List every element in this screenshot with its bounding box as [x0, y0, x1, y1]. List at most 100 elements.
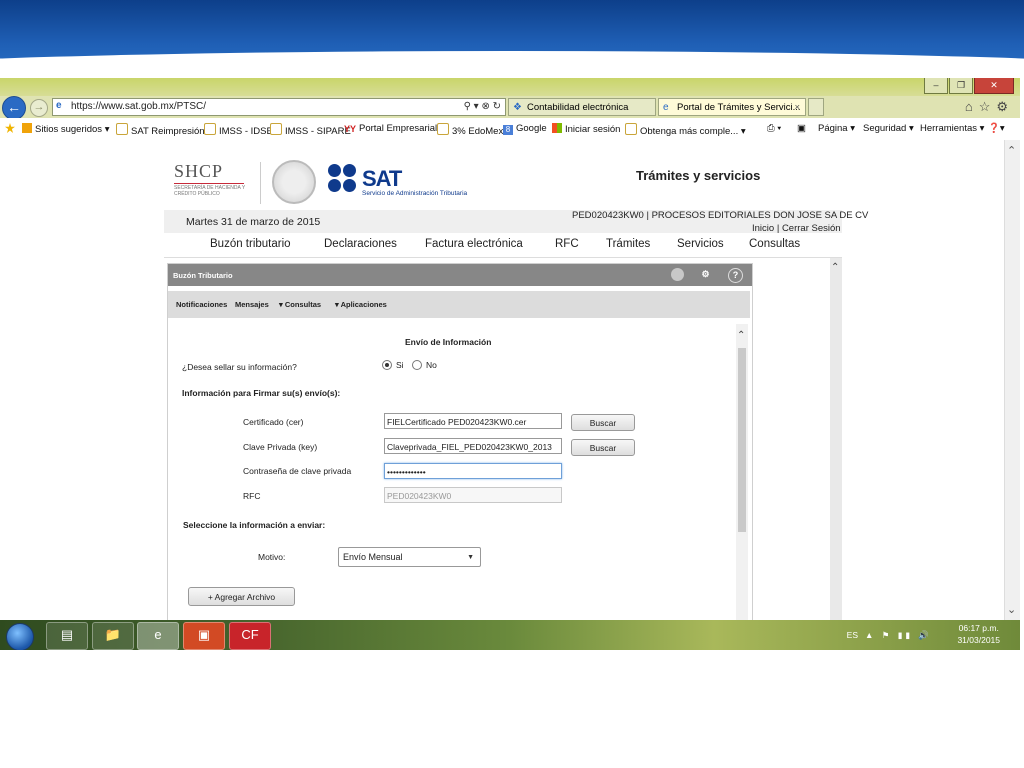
address-bar[interactable]: e https://www.sat.gob.mx/PTSC/ ⚲ ▾ ⊗ ↻	[52, 98, 506, 116]
motivo-select[interactable]: Envío Mensual ▼	[338, 547, 481, 567]
sat-favicon-icon: ❖	[513, 102, 522, 113]
page-scrollbar[interactable]: ⌃ ⌄	[1004, 140, 1020, 620]
page-icon[interactable]: ▣	[797, 123, 806, 134]
radio-no[interactable]	[412, 360, 422, 370]
key-field[interactable]: Claveprivada_FIEL_PED020423KW0_2013	[384, 438, 562, 454]
scroll-up-icon[interactable]: ⌃	[737, 330, 745, 341]
buscar-key-button[interactable]: Buscar	[571, 439, 635, 456]
ie-page-icon: e	[663, 102, 669, 113]
gear-icon[interactable]: ⚙	[699, 268, 712, 281]
circle-icon[interactable]	[671, 268, 684, 281]
scroll-up-icon[interactable]: ⌃	[1007, 144, 1016, 157]
help-icon[interactable]: ?	[728, 268, 743, 283]
url-text[interactable]: https://www.sat.gob.mx/PTSC/	[71, 99, 206, 115]
clock-time: 06:17 p.m.	[958, 623, 999, 633]
nav-buzon-tributario[interactable]: Buzón tributario	[210, 238, 291, 250]
office-app-icon[interactable]: ▣	[183, 622, 225, 650]
password-field[interactable]: •••••••••••••	[384, 463, 562, 479]
chevron-down-icon: ▼	[467, 554, 474, 561]
form-area: Envío de Información ¿Desea sellar su in…	[172, 324, 740, 620]
subnav-consultas[interactable]: ▾ Consultas	[279, 300, 321, 309]
language-indicator[interactable]: ES	[847, 630, 858, 640]
minimize-button[interactable]: –	[924, 78, 948, 94]
tab-contabilidad[interactable]: ❖ Contabilidad electrónica	[508, 98, 656, 116]
mexico-seal-icon	[272, 160, 316, 204]
scroll-thumb[interactable]	[738, 348, 746, 532]
fav-sat-reimpresion[interactable]: SAT Reimpresión	[116, 123, 205, 137]
file-manager-icon[interactable]: 📁	[92, 622, 134, 650]
nav-factura-electronica[interactable]: Factura electrónica	[425, 238, 523, 250]
sat-subtitle: Servicio de Administración Tributaria	[362, 190, 468, 197]
frame-scrollbar[interactable]: ⌃	[830, 258, 842, 620]
fav-sitios-sugeridos[interactable]: Sitios sugeridos ▾	[22, 123, 109, 135]
clock[interactable]: 06:17 p.m. 31/03/2015	[957, 622, 1000, 646]
start-button[interactable]	[6, 623, 34, 650]
new-tab-button[interactable]	[808, 98, 824, 116]
nav-consultas[interactable]: Consultas	[749, 238, 800, 250]
password-label: Contraseña de clave privada	[243, 466, 352, 476]
nav-tramites[interactable]: Trámites	[606, 238, 650, 250]
agregar-archivo-button[interactable]: + Agregar Archivo	[188, 587, 295, 606]
menu-pagina[interactable]: Página ▾	[818, 123, 855, 134]
bing-icon	[22, 123, 32, 133]
subnav-mensajes[interactable]: Mensajes	[235, 300, 269, 309]
fav-portal-empresarial[interactable]: YY Portal Empresarial	[344, 123, 437, 134]
close-window-button[interactable]: ✕	[974, 78, 1014, 94]
explorer-folder-icon[interactable]: ▤	[46, 622, 88, 650]
fav-iniciar-sesion[interactable]: Iniciar sesión	[552, 123, 620, 135]
radio-si[interactable]	[382, 360, 392, 370]
yy-icon: YY	[344, 124, 357, 134]
rfc-company: PED020423KW0 | PROCESOS EDITORIALES DON …	[572, 210, 869, 221]
subnav-aplicaciones[interactable]: ▾ Aplicaciones	[335, 300, 387, 309]
windows-taskbar: ▤ 📁 e ▣ CF ES ▲ ⚑ ▮▮ 🔊 06:17 p.m. 31/03/…	[0, 620, 1020, 650]
panel-header: Buzón Tributario ⚙ ?	[168, 264, 752, 286]
sellar-question: ¿Desea sellar su información?	[182, 362, 297, 372]
sat-logo-icon	[328, 164, 358, 194]
menu-seguridad[interactable]: Seguridad ▾	[863, 123, 914, 134]
back-button[interactable]: ←	[2, 96, 26, 120]
nav-rfc[interactable]: RFC	[555, 238, 579, 250]
ie-page-icon	[116, 123, 128, 135]
fav-label: Iniciar sesión	[565, 124, 621, 135]
info-firmar-heading: Información para Firmar su(s) envío(s):	[182, 388, 341, 398]
tray-icons[interactable]: ▲ ⚑ ▮▮ 🔊	[865, 630, 932, 641]
favorites-star-icon[interactable]: ☆	[979, 99, 997, 114]
address-controls[interactable]: ⚲ ▾ ⊗ ↻	[464, 99, 501, 115]
home-icon[interactable]: ⌂	[965, 99, 979, 114]
scroll-down-icon[interactable]: ⌄	[1007, 603, 1016, 616]
fav-google[interactable]: 8 Google	[503, 123, 547, 135]
print-icon[interactable]: ⎙ ▾	[767, 123, 781, 134]
nav-servicios[interactable]: Servicios	[677, 238, 724, 250]
form-scrollbar[interactable]: ⌃	[736, 324, 748, 620]
nav-declaraciones[interactable]: Declaraciones	[324, 238, 397, 250]
section-title: Trámites y servicios	[636, 168, 761, 183]
cert-label: Certificado (cer)	[243, 417, 304, 427]
gear-icon[interactable]: ⚙	[996, 99, 1014, 114]
ie-page-icon: e	[56, 100, 62, 111]
fav-imss-sipare[interactable]: IMSS - SIPARE	[270, 123, 351, 137]
fav-label: Sitios sugeridos ▾	[35, 124, 110, 135]
fav-obtenga-mas[interactable]: Obtenga más comple... ▾	[625, 123, 746, 137]
forward-button[interactable]: →	[30, 99, 48, 117]
clock-date: 31/03/2015	[957, 635, 1000, 645]
menu-herramientas[interactable]: Herramientas ▾	[920, 123, 984, 134]
panel-subnav: Notificaciones Mensajes ▾ Consultas ▾ Ap…	[168, 291, 750, 318]
fav-label: IMSS - IDSE	[219, 126, 273, 137]
scroll-up-icon[interactable]: ⌃	[831, 262, 839, 273]
fav-imss-idse[interactable]: IMSS - IDSE	[204, 123, 273, 137]
help-icon[interactable]: ❓▾	[988, 123, 1005, 134]
restore-button[interactable]: ❐	[949, 78, 973, 94]
fav-label: IMSS - SIPARE	[285, 126, 351, 137]
internet-explorer-icon[interactable]: e	[137, 622, 179, 650]
subnav-notificaciones[interactable]: Notificaciones	[176, 300, 227, 309]
cert-field[interactable]: FIELCertificado PED020423KW0.cer	[384, 413, 562, 429]
cf-app-icon[interactable]: CF	[229, 622, 271, 650]
ie-page-icon	[625, 123, 637, 135]
buscar-cert-button[interactable]: Buscar	[571, 414, 635, 431]
fav-label: 3% EdoMex	[452, 126, 504, 137]
close-tab-icon[interactable]: ×	[794, 99, 800, 115]
shcp-logo: SHCP SECRETARÍA DE HACIENDA Y CRÉDITO PÚ…	[174, 161, 254, 197]
tab-portal-tramites[interactable]: e Portal de Trámites y Servici... ×	[658, 98, 806, 116]
fav-edomex[interactable]: 3% EdoMex	[437, 123, 503, 137]
favorites-star-icon[interactable]	[5, 123, 18, 135]
